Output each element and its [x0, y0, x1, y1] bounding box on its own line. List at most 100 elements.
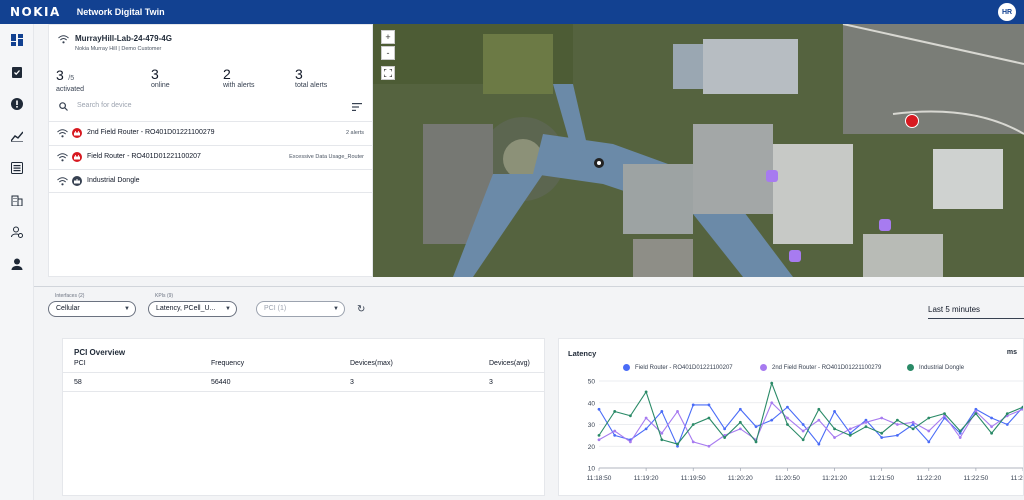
data-point [864, 425, 868, 429]
data-point [817, 407, 821, 411]
data-point [786, 405, 789, 409]
person-icon[interactable] [10, 257, 24, 271]
nokia-logo: NOKIA [10, 5, 61, 19]
map-device-marker-icon[interactable] [879, 219, 891, 231]
data-point [738, 407, 742, 411]
data-point [990, 431, 993, 435]
site-subtitle: Nokia Murray Hill | Demo Customer [75, 46, 162, 52]
data-point [974, 412, 978, 416]
data-point [958, 429, 962, 433]
x-tick-label: 11:22:20 [916, 475, 941, 482]
zoom-in-button[interactable]: + [381, 30, 395, 44]
data-point [754, 440, 758, 444]
map-device-marker-icon[interactable] [766, 170, 778, 182]
table-divider [63, 372, 544, 373]
refresh-icon[interactable]: ↻ [357, 304, 365, 315]
data-point [817, 442, 821, 446]
data-point [723, 427, 727, 431]
data-point [833, 410, 836, 413]
user-settings-icon[interactable] [10, 225, 24, 239]
data-point [895, 433, 899, 437]
data-point [770, 418, 774, 422]
fullscreen-icon[interactable] [381, 66, 395, 80]
device-name: Industrial Dongle [87, 177, 140, 184]
wifi-icon [58, 35, 69, 44]
column-header: PCI [74, 360, 86, 367]
wifi-icon [57, 129, 68, 138]
data-point [691, 440, 695, 444]
alert-icon[interactable] [10, 97, 24, 111]
x-tick-label: 11:19:20 [634, 475, 659, 482]
analytics-icon[interactable] [10, 129, 24, 143]
data-point [597, 438, 601, 442]
pci-overview-card: PCI Overview PCI Frequency Devices(max) … [62, 338, 545, 496]
device-row[interactable]: Field Router - RO401D01221100207 Excessi… [49, 145, 372, 169]
legend-item[interactable]: Industrial Dongle [907, 364, 964, 371]
data-point [817, 418, 821, 422]
satellite-map[interactable]: + - [373, 24, 1024, 277]
data-point [613, 410, 617, 413]
data-point [848, 433, 852, 437]
data-point [1005, 423, 1009, 426]
data-point [629, 414, 632, 418]
chart-title: Latency [568, 349, 597, 358]
dashboard-icon[interactable] [10, 33, 24, 47]
data-point [691, 403, 695, 407]
clipboard-check-icon[interactable] [10, 65, 24, 79]
wifi-icon [57, 153, 68, 162]
data-point [644, 416, 648, 420]
list-icon[interactable] [10, 161, 24, 175]
data-point [644, 390, 648, 394]
sidebar-nav [0, 24, 34, 500]
dongle-icon [72, 176, 82, 186]
device-row[interactable]: 2nd Field Router - RO401D01221100279 2 a… [49, 121, 372, 145]
data-point [660, 438, 664, 442]
sort-icon[interactable] [352, 103, 362, 111]
data-point [880, 431, 884, 435]
data-point [801, 423, 805, 426]
data-point [707, 444, 711, 448]
data-point [629, 440, 632, 444]
device-search[interactable]: Search for device [57, 99, 365, 115]
map-device-marker-icon[interactable] [789, 250, 801, 262]
data-point [691, 423, 695, 426]
latency-chart: 10 20 30 40 50 11:18:50 11:19:20 11:19:50 11:20:… [587, 379, 1023, 482]
x-tick-label: 11:20:50 [775, 475, 800, 482]
legend-dot [623, 364, 630, 371]
map-alert-marker-icon[interactable] [905, 114, 919, 128]
legend-item[interactable]: Field Router - RO401D01221100207 [623, 364, 733, 371]
data-point [880, 416, 884, 420]
time-range-select[interactable]: Last 5 minutes [928, 301, 1024, 319]
data-point [958, 436, 962, 439]
pci-select[interactable]: PCI (1) ▼ [256, 301, 345, 317]
kpis-select[interactable]: KPIs (9) Latency, PCell_U... ▼ [148, 293, 237, 317]
chevron-down-icon: ▼ [333, 306, 339, 312]
data-point [801, 438, 805, 442]
legend-item[interactable]: 2nd Field Router - RO401D01221100279 [760, 364, 881, 371]
device-panel: MurrayHill-Lab-24-479-4G Nokia Murray Hi… [48, 24, 373, 277]
data-point [754, 425, 758, 429]
data-point [597, 407, 601, 411]
map-imagery [373, 24, 1024, 277]
y-tick-label: 50 [588, 379, 596, 386]
column-header: Frequency [211, 360, 245, 367]
interfaces-select[interactable]: Interfaces (2) Cellular ▼ [48, 293, 136, 317]
data-point [990, 416, 993, 420]
device-row[interactable]: Industrial Dongle [49, 169, 372, 193]
data-point [880, 436, 884, 439]
legend-dot [907, 364, 914, 371]
data-point [848, 427, 852, 431]
stat-activated: 3 /5 activated [56, 67, 85, 93]
user-avatar[interactable]: HR [998, 3, 1016, 21]
search-icon [59, 102, 68, 111]
device-name: 2nd Field Router - RO401D01221100279 [87, 129, 215, 136]
data-point [895, 418, 899, 422]
section-divider [34, 286, 1024, 287]
data-point [660, 431, 664, 435]
data-point [911, 427, 915, 431]
data-point [770, 381, 774, 385]
data-point [895, 423, 899, 426]
zoom-out-button[interactable]: - [381, 46, 395, 60]
building-icon[interactable] [10, 193, 24, 207]
search-input[interactable]: Search for device [77, 102, 131, 109]
